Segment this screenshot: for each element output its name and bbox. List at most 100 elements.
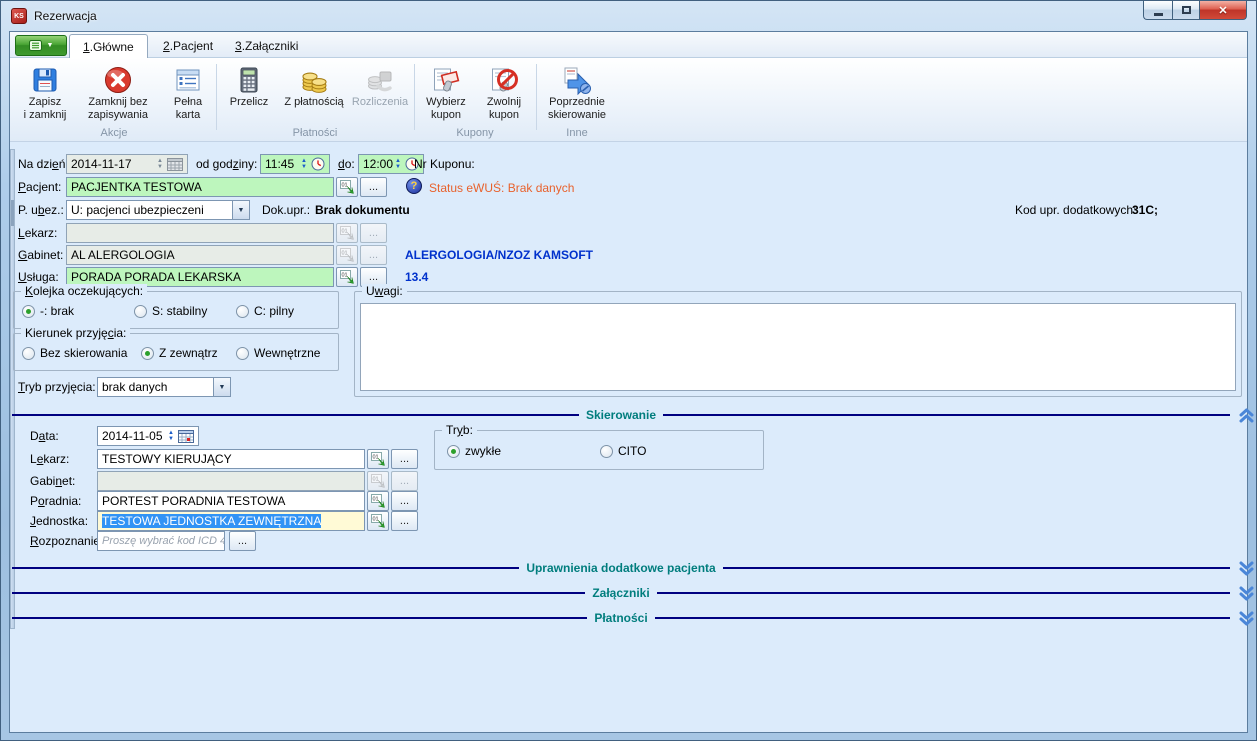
mode-option-cito[interactable]: CITO (600, 444, 646, 458)
svg-text:01: 01 (373, 455, 379, 461)
group-label-inne: Inne (538, 127, 616, 139)
lookup-01-icon: 01 (340, 226, 354, 240)
window-title: Rezerwacja (34, 9, 97, 23)
lookup-01-icon: 01 (371, 514, 385, 528)
office-lookup-button: 01 (336, 245, 358, 265)
from-time-field[interactable]: 11:45 ▲▼ (260, 154, 330, 174)
direction-option-z-zewnatrz[interactable]: Z zewnątrz (141, 346, 218, 360)
patient-browse-button[interactable]: ... (360, 177, 387, 197)
extra-rights-value: 31C; (1132, 203, 1158, 217)
selected-text: TESTOWA JEDNOSTKA ZEWNĘTRZNA (102, 514, 321, 528)
radio-icon (236, 347, 249, 360)
referral-clinic-label: Poradnia: (30, 494, 81, 508)
insurance-dropdown[interactable]: U: pacjenci ubezpieczeni ▼ (66, 200, 250, 220)
referral-diagnosis-label: Rozpoznanie: (30, 534, 103, 548)
recalculate-button[interactable]: Przelicz (222, 61, 276, 127)
time-spinner[interactable]: ▲▼ (395, 158, 401, 170)
doctor-browse-button: ... (360, 223, 387, 243)
direction-option-wewnetrzne[interactable]: Wewnętrzne (236, 346, 320, 360)
referral-doctor-field[interactable]: TESTOWY KIERUJĄCY (97, 449, 365, 469)
referral-unit-browse-button[interactable]: ... (391, 511, 418, 531)
referral-office-browse-button: ... (391, 471, 418, 491)
tab-zalaczniki[interactable]: 3.Załączniki (222, 34, 311, 58)
patient-field[interactable]: PACJENTKA TESTOWA (66, 177, 334, 197)
close-icon: ✕ (1218, 4, 1227, 17)
ewus-question-icon[interactable]: ? (406, 178, 422, 194)
admission-direction-title: Kierunek przyjęcia: (21, 326, 130, 340)
time-spinner[interactable]: ▲▼ (301, 158, 307, 170)
referral-clinic-lookup-button[interactable]: 01 (367, 491, 389, 511)
radio-icon (22, 347, 35, 360)
expand-down-icon[interactable] (1237, 610, 1256, 627)
section-line (12, 567, 519, 569)
queue-option-stabilny[interactable]: S: stabilny (134, 304, 207, 318)
referral-office-field (97, 471, 365, 491)
client-area: ▼ 1.Główne 2.Pacjent 3.Załączniki Zapisz… (9, 31, 1248, 733)
tab-glowne[interactable]: 1.Główne (69, 34, 148, 59)
with-payment-button[interactable]: Z płatnością (278, 61, 350, 127)
close-without-saving-button[interactable]: Zamknij bez zapisywania (74, 61, 162, 127)
radio-icon (236, 305, 249, 318)
close-button[interactable]: ✕ (1200, 1, 1247, 20)
calendar-icon[interactable] (178, 430, 194, 443)
section-header-skierowanie: Skierowanie (12, 406, 1256, 424)
service-lookup-button[interactable]: 01 (336, 267, 358, 287)
patient-lookup-button[interactable]: 01 (336, 177, 358, 197)
group-label-kupony: Kupony (416, 127, 534, 139)
referral-doctor-browse-button[interactable]: ... (391, 449, 418, 469)
visit-date-field[interactable]: 2014-11-17 ▲▼ (66, 154, 188, 174)
svg-text:01: 01 (342, 273, 348, 279)
date-spinner[interactable]: ▲▼ (168, 430, 174, 442)
waiting-queue-title: Kolejka oczekujących: (21, 284, 147, 298)
minimize-button[interactable] (1143, 1, 1172, 20)
referral-clinic-field[interactable]: PORTEST PORADNIA TESTOWA (97, 491, 365, 511)
svg-text:01: 01 (342, 183, 348, 189)
svg-text:01: 01 (373, 477, 379, 483)
extra-rights-label: Kod upr. dodatkowych: (1015, 203, 1136, 217)
full-card-button[interactable]: Pełna karta (164, 61, 212, 127)
direction-option-bez-skierowania[interactable]: Bez skierowania (22, 346, 127, 360)
collapse-up-icon[interactable] (1237, 407, 1256, 424)
lookup-01-icon: 01 (340, 180, 354, 194)
expand-down-icon[interactable] (1237, 560, 1256, 577)
notes-textarea[interactable] (360, 303, 1236, 391)
tab-pacjent[interactable]: 2.Pacjent (150, 34, 226, 58)
referral-diagnosis-field[interactable]: Proszę wybrać kod ICD 4-... (97, 531, 225, 551)
left-splitter[interactable] (10, 149, 15, 629)
cancel-icon (102, 64, 134, 96)
expand-down-icon[interactable] (1237, 585, 1256, 602)
referral-date-field[interactable]: 2014-11-05 ▲▼ (97, 426, 199, 446)
date-spinner[interactable]: ▲▼ (157, 158, 163, 170)
release-coupon-button[interactable]: Zwolnij kupon (478, 61, 530, 127)
office-label: Gabinet: (18, 248, 63, 262)
group-label-platnosci: Płatności (218, 127, 412, 139)
section-line (12, 414, 579, 416)
application-menu-button[interactable]: ▼ (15, 35, 67, 56)
queue-option-brak[interactable]: -: brak (22, 304, 74, 318)
lookup-01-icon: 01 (340, 270, 354, 284)
dropdown-arrow-icon: ▼ (213, 378, 230, 396)
ribbon-group-separator (216, 64, 217, 130)
referral-unit-lookup-button[interactable]: 01 (367, 511, 389, 531)
referral-mode-title: Tryb: (442, 423, 477, 437)
referral-diagnosis-browse-button[interactable]: ... (229, 531, 256, 551)
previous-referral-button[interactable]: Poprzednie skierowanie (540, 61, 614, 127)
maximize-button[interactable] (1172, 1, 1200, 20)
notes-group: Uwagi: (354, 291, 1242, 397)
referral-clinic-browse-button[interactable]: ... (391, 491, 418, 511)
coins-icon (298, 64, 330, 96)
clock-icon[interactable] (311, 157, 325, 171)
admission-mode-dropdown[interactable]: brak danych ▼ (97, 377, 231, 397)
mode-option-zwykle[interactable]: zwykłe (447, 444, 501, 458)
minimize-icon (1154, 13, 1163, 16)
referral-doctor-lookup-button[interactable]: 01 (367, 449, 389, 469)
release-coupon-icon (488, 64, 520, 96)
referral-office-label: Gabinet: (30, 474, 75, 488)
referral-unit-field[interactable]: TESTOWA JEDNOSTKA ZEWNĘTRZNA (97, 511, 365, 531)
calendar-icon[interactable] (167, 158, 183, 171)
full-card-icon (172, 64, 204, 96)
select-coupon-button[interactable]: Wybierz kupon (418, 61, 474, 127)
group-label-akcje: Akcje (14, 127, 214, 139)
save-and-close-button[interactable]: Zapisz i zamknij (14, 61, 76, 127)
queue-option-pilny[interactable]: C: pilny (236, 304, 294, 318)
